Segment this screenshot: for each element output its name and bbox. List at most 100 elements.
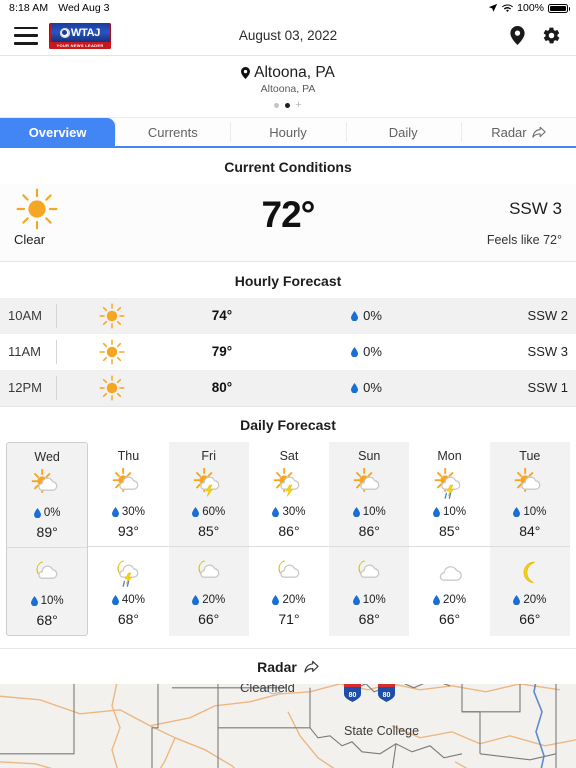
daily-high-temperature: 84° bbox=[519, 523, 541, 540]
daily-day-name: Fri bbox=[201, 449, 216, 464]
gear-icon[interactable] bbox=[540, 25, 562, 47]
tab-overview[interactable]: Overview bbox=[0, 118, 116, 146]
map-label-state-college: State College bbox=[344, 724, 420, 739]
radar-header[interactable]: Radar bbox=[0, 648, 576, 684]
hourly-row[interactable]: 12PM 80° 0% SSW 1 bbox=[0, 369, 576, 406]
daily-day-icon bbox=[271, 467, 307, 503]
daily-card-sat[interactable]: Sat 30% 86° 20% 71° bbox=[248, 442, 330, 637]
weather-app: 8:18 AM Wed Aug 3 100% WTAJ YOUR NEWS LE… bbox=[0, 0, 576, 768]
daily-day-name: Thu bbox=[117, 449, 140, 464]
precip-value: 0% bbox=[43, 507, 61, 520]
daily-day-block: 60% 85° bbox=[169, 467, 249, 546]
tab-radar[interactable]: Radar bbox=[460, 118, 576, 146]
precip-value: 20% bbox=[523, 594, 547, 607]
daily-forecast-title: Daily Forecast bbox=[240, 417, 336, 434]
daily-card-mon[interactable]: Mon 10% 85° 20% 66° bbox=[409, 442, 490, 637]
water-drop-icon bbox=[192, 595, 200, 606]
tab-currents[interactable]: Currents bbox=[115, 118, 231, 146]
wtaj-logo[interactable]: WTAJ YOUR NEWS LEADER bbox=[49, 22, 111, 49]
hourly-temperature: 80° bbox=[211, 380, 233, 396]
precip-value: 10% bbox=[523, 506, 547, 519]
svg-text:80: 80 bbox=[383, 692, 391, 699]
hamburger-menu-icon[interactable] bbox=[14, 26, 38, 45]
daily-night-precipitation: 40% bbox=[111, 594, 145, 606]
precip-value: 10% bbox=[443, 506, 467, 519]
water-drop-icon bbox=[351, 382, 359, 393]
sun-icon bbox=[57, 338, 167, 366]
daily-night-icon bbox=[432, 555, 468, 591]
page-dot-active[interactable] bbox=[285, 103, 291, 108]
location-name-row[interactable]: Altoona, PA bbox=[0, 64, 576, 82]
daily-low-temperature: 71° bbox=[278, 611, 300, 628]
water-drop-icon bbox=[352, 595, 360, 606]
daily-day-name: Sat bbox=[279, 449, 299, 464]
hourly-precip-value: 0% bbox=[363, 308, 382, 324]
daily-high-temperature: 85° bbox=[198, 523, 220, 540]
tab-label: Currents bbox=[147, 124, 198, 140]
daily-day-icon bbox=[512, 467, 548, 503]
precip-value: 10% bbox=[362, 506, 386, 519]
water-drop-icon bbox=[30, 596, 38, 607]
page-dot[interactable] bbox=[274, 103, 280, 108]
daily-day-precipitation: 10% bbox=[352, 506, 386, 519]
daily-night-precipitation: 10% bbox=[352, 594, 386, 607]
current-conditions-panel: Clear 72° SSW 3 Feels like 72° bbox=[0, 184, 576, 261]
daily-night-precipitation: 20% bbox=[433, 594, 466, 606]
hourly-precipitation: 0% bbox=[277, 308, 456, 323]
daily-day-precipitation: 10% bbox=[513, 506, 546, 518]
tab-label: Hourly bbox=[269, 124, 307, 140]
daily-night-precipitation: 20% bbox=[272, 594, 306, 606]
location-arrow-icon bbox=[488, 3, 498, 12]
daily-high-temperature: 86° bbox=[358, 523, 380, 540]
daily-day-precipitation: 30% bbox=[111, 506, 145, 518]
status-right-group: 100% bbox=[488, 2, 570, 14]
hourly-row[interactable]: 11AM 79° 0% SSW 3 bbox=[0, 334, 576, 370]
content-scroll-area[interactable]: Current Conditions Clear 72° SSW 3 Feels… bbox=[0, 148, 576, 768]
daily-card-sun[interactable]: Sun 10% 86° 10% 68° bbox=[329, 442, 410, 637]
status-date: Wed Aug 3 bbox=[58, 2, 110, 14]
sun-cloud-lightning-icon bbox=[193, 468, 220, 497]
sun-cloud-icon bbox=[113, 468, 139, 493]
daily-day-precipitation: 60% bbox=[192, 506, 225, 518]
daily-night-precipitation: 10% bbox=[30, 595, 64, 608]
daily-day-icon bbox=[351, 467, 387, 503]
current-condition-text: Clear bbox=[14, 232, 46, 247]
daily-day-block: 30% 86° bbox=[249, 467, 329, 546]
hourly-row[interactable]: 10AM 74° 0% SSW 2 bbox=[0, 297, 576, 334]
daily-day-icon bbox=[432, 467, 468, 503]
daily-day-block: 10% 86° bbox=[329, 467, 409, 546]
current-temperature-group: 72° bbox=[164, 186, 412, 247]
plus-icon[interactable]: + bbox=[295, 100, 301, 111]
daily-day-block: 10% 85° bbox=[409, 467, 489, 546]
precip-value: 10% bbox=[40, 595, 64, 608]
battery-percent: 100% bbox=[517, 2, 544, 14]
daily-low-temperature: 68° bbox=[36, 612, 58, 629]
daily-night-precipitation: 20% bbox=[192, 594, 225, 606]
water-drop-icon bbox=[433, 507, 441, 518]
page-indicator-dots[interactable]: + bbox=[0, 100, 576, 111]
location-pin-icon[interactable] bbox=[506, 25, 528, 47]
daily-card-fri[interactable]: Fri 60% 85° 20% 66° bbox=[168, 442, 249, 637]
current-feels-like: Feels like 72° bbox=[486, 233, 562, 247]
daily-night-icon bbox=[29, 556, 65, 592]
daily-card-tue[interactable]: Tue 10% 84° 20% 66° bbox=[489, 442, 570, 637]
precip-value: 20% bbox=[443, 594, 467, 607]
daily-night-icon bbox=[191, 555, 227, 591]
radar-map[interactable]: Clearfield State College Lewistown 80 80 bbox=[0, 684, 576, 768]
precip-value: 10% bbox=[362, 594, 386, 607]
water-drop-icon bbox=[111, 507, 119, 518]
hourly-precip-value: 0% bbox=[363, 380, 382, 396]
tab-daily[interactable]: Daily bbox=[345, 118, 461, 146]
daily-card-wed[interactable]: Wed 0% 89° 10% 68° bbox=[6, 442, 89, 637]
current-conditions-title: Current Conditions bbox=[224, 159, 352, 175]
water-drop-icon bbox=[111, 595, 119, 606]
moon-cloud-storm-icon bbox=[117, 561, 139, 588]
tab-hourly[interactable]: Hourly bbox=[230, 118, 346, 146]
logo-tagline: YOUR NEWS LEADER bbox=[49, 41, 111, 49]
daily-low-temperature: 66° bbox=[198, 611, 220, 628]
daily-forecast-list: Wed 0% 89° 10% 68° Thu 30% 93° 40% 68° F… bbox=[0, 442, 576, 648]
sun-cloud-lightning-icon bbox=[273, 468, 300, 497]
daily-card-thu[interactable]: Thu 30% 93° 40% 68° bbox=[88, 442, 169, 637]
location-pin-icon bbox=[241, 67, 251, 79]
daily-night-block: 20% 66° bbox=[489, 546, 570, 634]
